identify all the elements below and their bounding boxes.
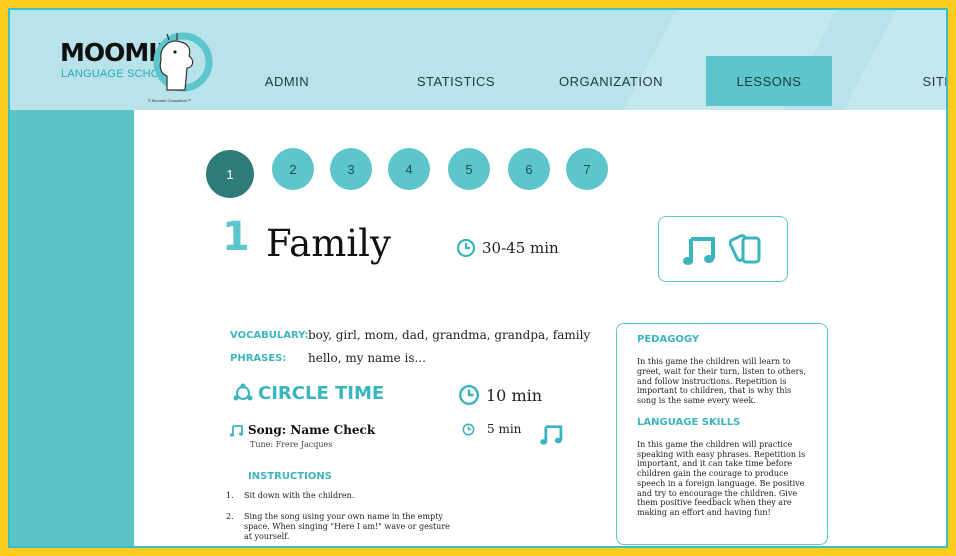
lesson-number: 1 (226, 166, 234, 182)
cards-icon[interactable] (729, 231, 765, 267)
logo[interactable]: MOOMIN LANGUAGE SCHOOL © Moomin Characte… (50, 32, 213, 104)
lesson-title: Family (266, 222, 391, 265)
nav-admin[interactable]: ADMIN (244, 56, 330, 106)
nav-label: STATISTICS (416, 73, 496, 89)
vocabulary-label: VOCABULARY: (230, 330, 309, 341)
lesson-number: 2 (289, 161, 297, 177)
lesson-button-1[interactable]: 1 (206, 150, 254, 198)
lesson-number: 7 (583, 161, 591, 177)
song-note-icon (230, 425, 243, 437)
pedagogy-box: PEDAGOGY In this game the children will … (616, 323, 828, 545)
nav-site[interactable]: SITE (908, 56, 946, 106)
circle-time-heading: CIRCLE TIME (232, 382, 384, 404)
lesson-number: 6 (525, 161, 533, 177)
song-duration-text: 5 min (487, 422, 522, 436)
song-duration: 5 min (462, 422, 521, 436)
instruction-number: 1. (226, 491, 234, 500)
nav-label: SITE (922, 73, 946, 89)
nav-label: ORGANIZATION (559, 73, 663, 89)
lesson-duration-text: 30-45 min (482, 239, 559, 257)
lesson-media-box (658, 216, 788, 282)
instruction-text: Sit down with the children. (244, 491, 355, 500)
clock-icon (462, 423, 475, 435)
lesson-button-7[interactable]: 7 (566, 148, 608, 190)
vocabulary-value: boy, girl, mom, dad, grandma, grandpa, f… (308, 328, 591, 342)
pedagogy-text: In this game the children will learn to … (637, 357, 807, 405)
instruction-text: Sing the song using your own name in the… (244, 512, 450, 541)
circle-time-title: CIRCLE TIME (258, 382, 385, 404)
clock-icon (456, 238, 476, 258)
phrases-label: PHRASES: (230, 353, 287, 364)
lesson-button-2[interactable]: 2 (272, 148, 314, 190)
nav-label: ADMIN (264, 73, 310, 89)
moomin-troll-icon (153, 32, 213, 92)
instructions-heading: INSTRUCTIONS (248, 471, 332, 482)
nav-statistics[interactable]: STATISTICS (398, 56, 514, 106)
instruction-item: 1. Sit down with the children. (226, 491, 456, 501)
music-note-icon[interactable] (540, 424, 564, 446)
circle-time-duration-text: 10 min (486, 385, 543, 405)
song-tune: Tune: Frere Jacques (250, 440, 333, 449)
circle-time-duration: 10 min (458, 384, 542, 406)
instruction-number: 2. (226, 512, 234, 521)
lesson-duration: 30-45 min (456, 238, 559, 258)
circle-time-icon (233, 383, 253, 401)
phrases-value: hello, my name is... (308, 351, 426, 365)
lesson-button-3[interactable]: 3 (330, 148, 372, 190)
lesson-number-heading: 1 (222, 214, 250, 260)
nav-label: LESSONS (736, 73, 802, 89)
language-skills-heading: LANGUAGE SKILLS (637, 416, 741, 428)
language-skills-text: In this game the children will practice … (637, 439, 806, 517)
song-title: Song: Name Check (248, 423, 376, 437)
app-window: MOOMIN LANGUAGE SCHOOL © Moomin Characte… (8, 8, 948, 548)
lesson-button-4[interactable]: 4 (388, 148, 430, 190)
music-note-icon[interactable] (683, 235, 717, 267)
pedagogy-heading: PEDAGOGY (637, 334, 700, 345)
instruction-item: 2. Sing the song using your own name in … (226, 512, 456, 542)
lesson-number: 3 (347, 161, 355, 177)
lesson-button-5[interactable]: 5 (448, 148, 490, 190)
lesson-number: 5 (465, 161, 473, 177)
lesson-number: 4 (405, 161, 413, 177)
lesson-button-6[interactable]: 6 (508, 148, 550, 190)
clock-icon (458, 384, 480, 406)
nav-organization[interactable]: ORGANIZATION (550, 56, 672, 106)
sidebar (10, 110, 134, 546)
top-header: MOOMIN LANGUAGE SCHOOL © Moomin Characte… (10, 10, 946, 110)
nav-lessons[interactable]: LESSONS (706, 56, 832, 106)
